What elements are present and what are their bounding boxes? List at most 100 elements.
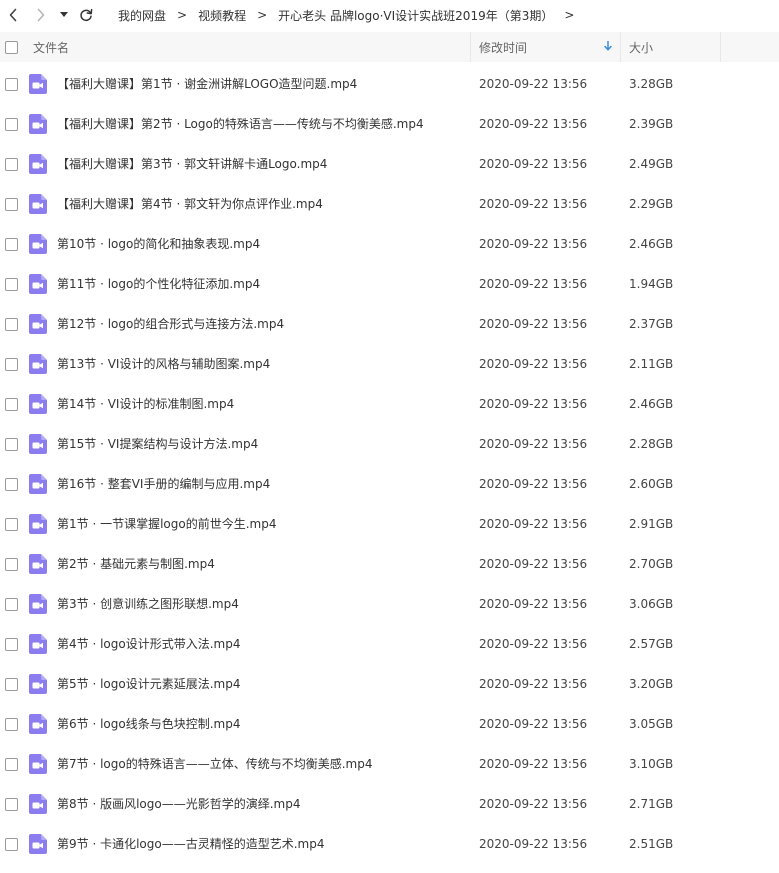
column-divider[interactable] — [620, 32, 621, 62]
file-row[interactable]: 第8节 · 版画风logo——光影哲学的演绎.mp4 2020-09-22 13… — [0, 784, 779, 824]
file-modified-time: 2020-09-22 13:56 — [479, 237, 588, 251]
row-checkbox[interactable] — [5, 638, 18, 651]
file-size: 2.29GB — [629, 197, 674, 211]
video-file-icon — [29, 434, 47, 454]
breadcrumb: 我的网盘 > 视频教程 > 开心老头 品牌logo·VI设计实战班2019年（第… — [118, 0, 585, 30]
file-row[interactable]: 【福利大赠课】第1节 · 谢金洲讲解LOGO造型问题.mp4 2020-09-2… — [0, 64, 779, 104]
file-row[interactable]: 第7节 · logo的特殊语言——立体、传统与不均衡美感.mp4 2020-09… — [0, 744, 779, 784]
file-name[interactable]: 第16节 · 整套VI手册的编制与应用.mp4 — [57, 464, 462, 504]
file-name[interactable]: 第1节 · 一节课掌握logo的前世今生.mp4 — [57, 504, 462, 544]
file-row[interactable]: 第13节 · VI设计的风格与辅助图案.mp4 2020-09-22 13:56… — [0, 344, 779, 384]
file-row[interactable]: 第3节 · 创意训练之图形联想.mp4 2020-09-22 13:56 3.0… — [0, 584, 779, 624]
chevron-left-icon — [8, 8, 18, 22]
file-name[interactable]: 第3节 · 创意训练之图形联想.mp4 — [57, 584, 462, 624]
file-row[interactable]: 第9节 · 卡通化logo——古灵精怪的造型艺术.mp4 2020-09-22 … — [0, 824, 779, 864]
file-size: 2.70GB — [629, 557, 674, 571]
row-checkbox[interactable] — [5, 238, 18, 251]
row-checkbox[interactable] — [5, 78, 18, 91]
row-checkbox[interactable] — [5, 718, 18, 731]
video-file-icon — [29, 314, 47, 334]
file-size: 3.05GB — [629, 717, 674, 731]
column-header-size[interactable]: 大小 — [629, 32, 653, 62]
file-size: 2.46GB — [629, 397, 674, 411]
sort-descending-indicator[interactable] — [604, 32, 612, 62]
forward-button[interactable] — [32, 6, 50, 24]
file-row[interactable]: 【福利大赠课】第4节 · 郭文轩为你点评作业.mp4 2020-09-22 13… — [0, 184, 779, 224]
row-checkbox[interactable] — [5, 358, 18, 371]
row-checkbox[interactable] — [5, 398, 18, 411]
file-name[interactable]: 第5节 · logo设计元素延展法.mp4 — [57, 664, 462, 704]
file-row[interactable]: 第15节 · VI提案结构与设计方法.mp4 2020-09-22 13:56 … — [0, 424, 779, 464]
row-checkbox[interactable] — [5, 278, 18, 291]
history-dropdown-button[interactable] — [57, 6, 71, 24]
refresh-button[interactable] — [77, 6, 95, 24]
file-size: 2.46GB — [629, 237, 674, 251]
row-checkbox[interactable] — [5, 558, 18, 571]
breadcrumb-expand[interactable]: > — [564, 8, 574, 22]
video-file-icon — [29, 474, 47, 494]
file-modified-time: 2020-09-22 13:56 — [479, 797, 588, 811]
file-size: 2.49GB — [629, 157, 674, 171]
column-header-name[interactable]: 文件名 — [33, 32, 69, 62]
video-file-icon — [29, 634, 47, 654]
file-row[interactable]: 【福利大赠课】第2节 · Logo的特殊语言——传统与不均衡美感.mp4 202… — [0, 104, 779, 144]
select-all-checkbox[interactable] — [5, 32, 18, 62]
row-checkbox[interactable] — [5, 198, 18, 211]
breadcrumb-item-current-folder[interactable]: 开心老头 品牌logo·VI设计实战班2019年（第3期） — [278, 7, 553, 24]
file-name[interactable]: 第6节 · logo线条与色块控制.mp4 — [57, 704, 462, 744]
breadcrumb-item-my-drive[interactable]: 我的网盘 — [118, 7, 166, 24]
file-size: 3.28GB — [629, 77, 674, 91]
row-checkbox[interactable] — [5, 798, 18, 811]
row-checkbox[interactable] — [5, 318, 18, 331]
row-checkbox[interactable] — [5, 518, 18, 531]
file-row[interactable]: 第11节 · logo的个性化特征添加.mp4 2020-09-22 13:56… — [0, 264, 779, 304]
row-checkbox[interactable] — [5, 838, 18, 851]
video-file-icon — [29, 194, 47, 214]
file-size: 2.37GB — [629, 317, 674, 331]
column-divider[interactable] — [470, 32, 471, 62]
file-row[interactable]: 【福利大赠课】第3节 · 郭文轩讲解卡通Logo.mp4 2020-09-22 … — [0, 144, 779, 184]
file-name[interactable]: 第14节 · VI设计的标准制图.mp4 — [57, 384, 462, 424]
file-name[interactable]: 第4节 · logo设计形式带入法.mp4 — [57, 624, 462, 664]
row-checkbox[interactable] — [5, 158, 18, 171]
file-row[interactable]: 第12节 · logo的组合形式与连接方法.mp4 2020-09-22 13:… — [0, 304, 779, 344]
breadcrumb-separator: > — [257, 8, 268, 22]
file-name[interactable]: 【福利大赠课】第2节 · Logo的特殊语言——传统与不均衡美感.mp4 — [57, 104, 462, 144]
file-name[interactable]: 第2节 · 基础元素与制图.mp4 — [57, 544, 462, 584]
video-file-icon — [29, 674, 47, 694]
breadcrumb-item-video-tutorials[interactable]: 视频教程 — [198, 7, 246, 24]
file-row[interactable]: 第2节 · 基础元素与制图.mp4 2020-09-22 13:56 2.70G… — [0, 544, 779, 584]
row-checkbox[interactable] — [5, 678, 18, 691]
back-button[interactable] — [4, 6, 22, 24]
file-size: 2.71GB — [629, 797, 674, 811]
file-name[interactable]: 第13节 · VI设计的风格与辅助图案.mp4 — [57, 344, 462, 384]
row-checkbox[interactable] — [5, 598, 18, 611]
file-modified-time: 2020-09-22 13:56 — [479, 397, 588, 411]
row-checkbox[interactable] — [5, 758, 18, 771]
file-row[interactable]: 第16节 · 整套VI手册的编制与应用.mp4 2020-09-22 13:56… — [0, 464, 779, 504]
file-modified-time: 2020-09-22 13:56 — [479, 277, 588, 291]
column-divider[interactable] — [720, 32, 721, 62]
file-name[interactable]: 第12节 · logo的组合形式与连接方法.mp4 — [57, 304, 462, 344]
file-row[interactable]: 第1节 · 一节课掌握logo的前世今生.mp4 2020-09-22 13:5… — [0, 504, 779, 544]
column-header-modified[interactable]: 修改时间 — [479, 32, 527, 62]
row-checkbox[interactable] — [5, 478, 18, 491]
file-modified-time: 2020-09-22 13:56 — [479, 637, 588, 651]
file-row[interactable]: 第10节 · logo的简化和抽象表现.mp4 2020-09-22 13:56… — [0, 224, 779, 264]
file-name[interactable]: 第11节 · logo的个性化特征添加.mp4 — [57, 264, 462, 304]
file-name[interactable]: 第9节 · 卡通化logo——古灵精怪的造型艺术.mp4 — [57, 824, 462, 864]
row-checkbox[interactable] — [5, 438, 18, 451]
file-name[interactable]: 第15节 · VI提案结构与设计方法.mp4 — [57, 424, 462, 464]
file-row[interactable]: 第6节 · logo线条与色块控制.mp4 2020-09-22 13:56 3… — [0, 704, 779, 744]
file-name[interactable]: 【福利大赠课】第1节 · 谢金洲讲解LOGO造型问题.mp4 — [57, 64, 462, 104]
file-name[interactable]: 第10节 · logo的简化和抽象表现.mp4 — [57, 224, 462, 264]
file-name[interactable]: 【福利大赠课】第4节 · 郭文轩为你点评作业.mp4 — [57, 184, 462, 224]
file-row[interactable]: 第5节 · logo设计元素延展法.mp4 2020-09-22 13:56 3… — [0, 664, 779, 704]
file-name[interactable]: 【福利大赠课】第3节 · 郭文轩讲解卡通Logo.mp4 — [57, 144, 462, 184]
row-checkbox[interactable] — [5, 118, 18, 131]
file-name[interactable]: 第7节 · logo的特殊语言——立体、传统与不均衡美感.mp4 — [57, 744, 462, 784]
file-size: 2.39GB — [629, 117, 674, 131]
file-name[interactable]: 第8节 · 版画风logo——光影哲学的演绎.mp4 — [57, 784, 462, 824]
file-row[interactable]: 第14节 · VI设计的标准制图.mp4 2020-09-22 13:56 2.… — [0, 384, 779, 424]
file-row[interactable]: 第4节 · logo设计形式带入法.mp4 2020-09-22 13:56 2… — [0, 624, 779, 664]
